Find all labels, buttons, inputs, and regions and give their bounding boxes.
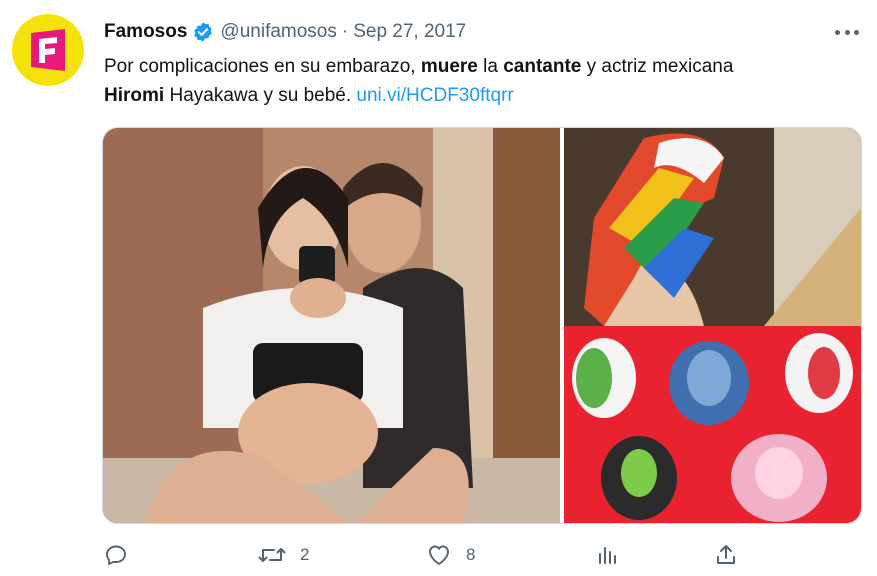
tweet-date[interactable]: Sep 27, 2017 — [353, 21, 466, 43]
tweet-text-part: Hayakawa y su bebé. — [164, 85, 357, 106]
verified-badge-icon — [192, 21, 214, 43]
tweet-actions: 2 8 — [0, 540, 877, 576]
views-button[interactable] — [595, 540, 619, 570]
tweet-header: Famosos @unifamosos · Sep 27, 2017 — [104, 18, 466, 46]
tweet-text: Por complicaciones en su embarazo, muere… — [104, 52, 864, 110]
like-button[interactable]: 8 — [426, 540, 475, 570]
analytics-icon — [599, 547, 616, 564]
tweet-bold-word: Hiromi — [104, 85, 165, 106]
share-icon — [717, 545, 735, 564]
more-options-icon[interactable] — [835, 22, 859, 42]
reply-button[interactable] — [104, 540, 128, 570]
avatar[interactable] — [12, 14, 84, 86]
famosos-logo-icon — [31, 29, 65, 71]
header-separator: · — [341, 21, 349, 42]
comment-icon — [106, 545, 126, 565]
photo-baby-shoes[interactable] — [564, 128, 861, 523]
tweet-bold-word: cantante — [503, 56, 582, 77]
tweet-card[interactable]: Famosos @unifamosos · Sep 27, 2017 Por c… — [0, 0, 877, 576]
tweet-text-part: la — [477, 56, 504, 77]
like-count: 8 — [466, 545, 476, 564]
photo-couple[interactable] — [103, 128, 560, 523]
account-handle[interactable]: @unifamosos — [220, 21, 336, 43]
retweet-button[interactable]: 2 — [258, 540, 309, 570]
tweet-text-part: y actriz mexicana — [581, 56, 734, 77]
heart-icon — [429, 545, 449, 565]
tweet-bold-word: muere — [420, 56, 478, 77]
tweet-text-part: Por complicaciones en su embarazo, — [104, 56, 421, 77]
tweet-link[interactable]: uni.vi/HCDF30ftqrr — [356, 85, 513, 106]
retweet-icon — [258, 548, 286, 562]
share-button[interactable] — [714, 540, 738, 570]
retweet-count: 2 — [300, 545, 310, 564]
media-grid — [102, 127, 862, 524]
account-name[interactable]: Famosos — [104, 21, 187, 43]
